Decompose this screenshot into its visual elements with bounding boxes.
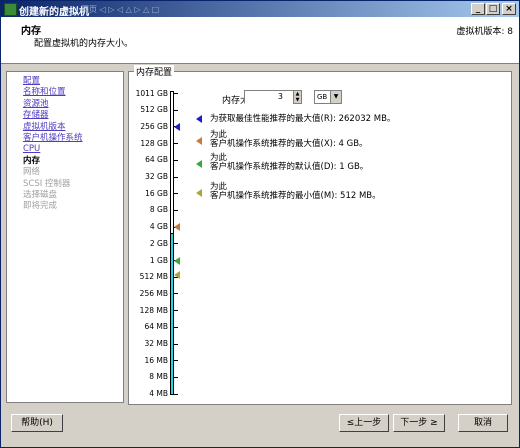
guest-max-marker: [174, 223, 180, 231]
scale-label: 32 GB: [145, 172, 168, 181]
scale-label: 1011 GB: [135, 88, 168, 98]
wizard-step[interactable]: 配置: [23, 76, 83, 87]
legend-marker-icon: [196, 137, 202, 145]
scale-label: 256 GB: [140, 121, 168, 131]
scale-label: 32 MB: [144, 339, 168, 348]
page-subtitle: 配置虚拟机的内存大小。: [34, 39, 134, 49]
scale-label: 8 GB: [149, 205, 168, 215]
recommended-max-marker: [174, 123, 180, 131]
scale-label: 512 MB: [139, 272, 168, 282]
scale-tick: [174, 393, 178, 395]
cancel-button[interactable]: 取消: [458, 414, 508, 432]
memory-unit-value: GB: [317, 93, 328, 101]
wizard-step: 选择磁盘: [23, 189, 58, 200]
scale-tick: [174, 376, 178, 378]
window-title: 创建新的虚拟机: [19, 7, 89, 18]
scale-tick: [174, 93, 178, 94]
scale-label: 4 GB: [149, 222, 168, 232]
scale-tick: [174, 293, 178, 295]
memory-unit-select[interactable]: GB ▼: [314, 90, 342, 104]
memory-size-spinner[interactable]: ▲ ▼: [293, 90, 302, 104]
memory-config-label: 内存配置: [134, 65, 175, 78]
guest-default-marker: [174, 257, 180, 265]
wizard-step: 内存: [23, 155, 41, 166]
wizard-step[interactable]: 客户机操作系统: [23, 133, 83, 144]
memory-size-input[interactable]: 3: [244, 90, 294, 104]
maximize-button[interactable]: □: [486, 3, 500, 15]
vm-version: 虚拟机版本: 8: [456, 27, 513, 37]
back-button[interactable]: ≤上一步: [339, 414, 389, 432]
scale-label: 128 GB: [140, 138, 168, 148]
scale-label: 256 MB: [139, 288, 168, 298]
scale-tick: [174, 343, 178, 345]
scale-tick: [174, 193, 178, 195]
legend-text: 客户机操作系统推荐的最大值(X): 4 GB。: [210, 139, 368, 149]
toolbar-ghost: 网页 ◁ ▷ ◁ △ ▷ △ □: [81, 5, 160, 14]
wizard-step[interactable]: 存储器: [23, 110, 83, 121]
wizard-window: 创建新的虚拟机 网页 ◁ ▷ ◁ △ ▷ △ □ _ □ × 内存 配置虚拟机的…: [0, 0, 520, 448]
scale-label: 16 MB: [144, 355, 168, 365]
scale-tick: [174, 143, 178, 145]
guest-min-marker: [174, 271, 180, 279]
scale-label: 128 MB: [139, 305, 168, 315]
minimize-button[interactable]: _: [471, 3, 485, 15]
scale-tick: [174, 109, 178, 111]
chevron-down-icon[interactable]: ▼: [330, 91, 341, 103]
legend-marker-icon: [196, 189, 202, 197]
spin-down-icon[interactable]: ▼: [294, 97, 301, 103]
scale-tick: [174, 326, 178, 328]
scale-tick: [174, 360, 178, 362]
page-title: 内存: [21, 26, 41, 37]
wizard-step: SCSI 控制器: [23, 178, 71, 189]
legend-text: 为获取最佳性能推荐的最大值(R): 262032 MB。: [210, 114, 396, 124]
wizard-step[interactable]: 名称和位置: [23, 87, 83, 98]
wizard-step: 网络: [23, 167, 41, 178]
app-icon: [4, 3, 17, 16]
help-button[interactable]: 帮助(H): [11, 414, 63, 432]
next-button[interactable]: 下一步 ≥: [393, 414, 445, 432]
scale-tick: [174, 176, 178, 178]
legend-marker-icon: [196, 160, 202, 168]
wizard-steps: 配置 名称和位置 资源池 存储器 虚拟机版本 客户机操作系统 CPU 内存 网络 SCSI 控制器…: [23, 76, 83, 213]
legend-text: 客户机操作系统推荐的默认值(D): 1 GB。: [210, 162, 369, 172]
scale-label: 1 GB: [149, 255, 168, 265]
scale-tick: [174, 243, 178, 245]
scale-label: 8 MB: [149, 372, 168, 382]
scale-label: 16 GB: [145, 188, 168, 198]
title-bar[interactable]: 创建新的虚拟机 网页 ◁ ▷ ◁ △ ▷ △ □ _ □ ×: [1, 1, 519, 18]
wizard-step[interactable]: 资源池: [23, 99, 83, 110]
scale-label: 512 GB: [140, 105, 168, 115]
wizard-step[interactable]: CPU: [23, 144, 83, 155]
close-button[interactable]: ×: [502, 3, 516, 15]
scale-tick: [174, 310, 178, 312]
scale-tick: [174, 209, 178, 211]
wizard-step[interactable]: 虚拟机版本: [23, 122, 83, 133]
legend-marker-icon: [196, 115, 202, 123]
wizard-steps-panel: 配置 名称和位置 资源池 存储器 虚拟机版本 客户机操作系统 CPU 内存 网络 SCSI 控制器…: [6, 71, 124, 403]
scale-label: 64 MB: [144, 322, 168, 332]
wizard-step: 即将完成: [23, 201, 58, 212]
wizard-header: 内存 配置虚拟机的内存大小。 虚拟机版本: 8: [1, 17, 519, 64]
scale-label: 2 GB: [149, 238, 168, 248]
scale-label: 64 GB: [145, 155, 168, 165]
legend-text: 客户机操作系统推荐的最小值(M): 512 MB。: [210, 191, 381, 201]
scale-tick: [174, 159, 178, 161]
scale-label: 4 MB: [149, 389, 168, 399]
